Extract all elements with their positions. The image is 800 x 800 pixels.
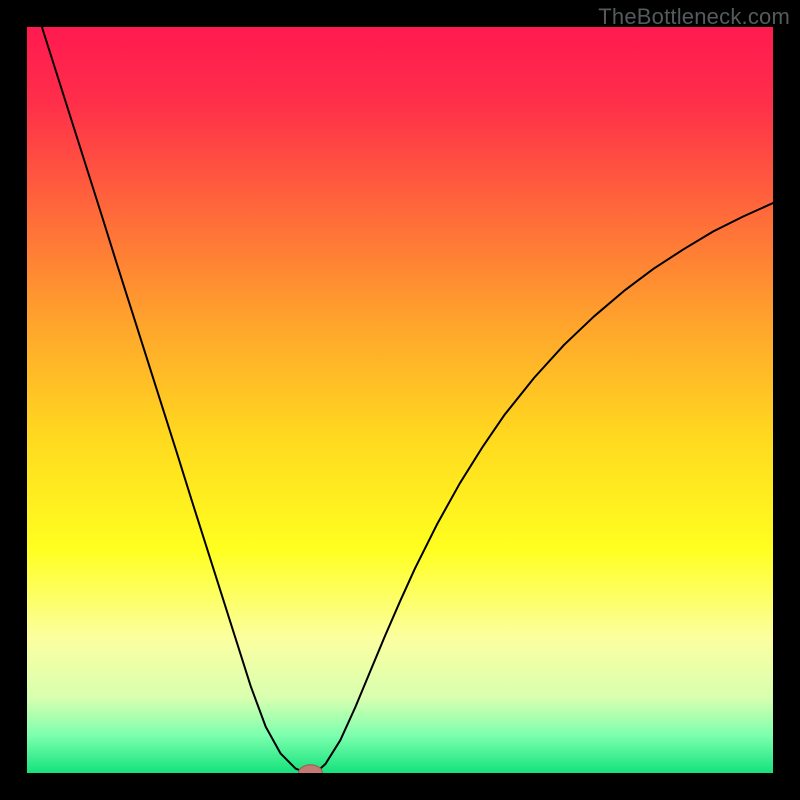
- bottleneck-chart: [27, 27, 773, 773]
- gradient-background: [27, 27, 773, 773]
- watermark-text: TheBottleneck.com: [598, 4, 790, 30]
- chart-frame: TheBottleneck.com: [0, 0, 800, 800]
